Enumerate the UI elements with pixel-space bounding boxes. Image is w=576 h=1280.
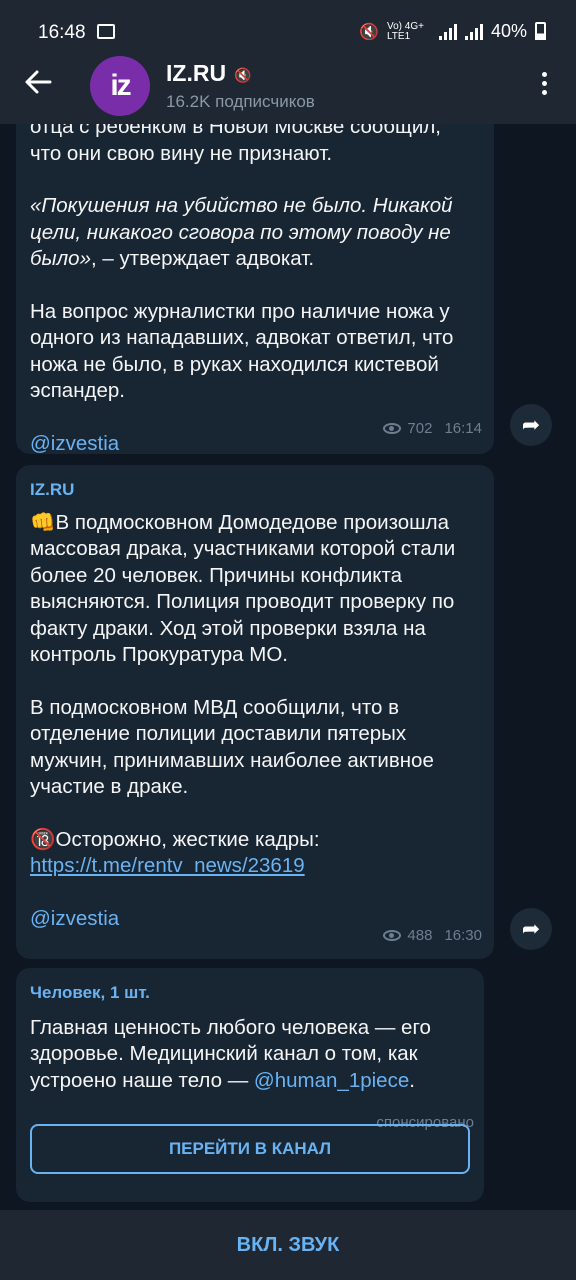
go-to-channel-button[interactable]: ПЕРЕЙТИ В КАНАЛ — [30, 1124, 470, 1174]
network-label: Vo) 4G+ LTE1 — [386, 20, 424, 42]
signature-link[interactable]: @izvestia — [30, 907, 119, 930]
avatar-text: iz — [110, 69, 131, 102]
channel-title[interactable]: IZ.RU — [166, 60, 226, 87]
message-time: 16:30 — [444, 926, 482, 944]
fist-emoji: 👊 — [30, 510, 56, 534]
mute-status-icon: 🔇 — [359, 23, 379, 41]
warning-text: Осторожно, жесткие кадры: — [55, 827, 320, 851]
share-icon[interactable]: ➦ — [510, 908, 552, 950]
message-bubble[interactable]: отца с ребенком в Новой Москве сообщил, … — [16, 124, 494, 455]
sponsored-message[interactable]: Человек, 1 шт. Главная ценность любого ч… — [16, 968, 484, 1202]
unmute-button[interactable]: ВКЛ. ЗВУК — [0, 1210, 576, 1280]
message-paragraph: 👊В подмосковном Домодедове произошла мас… — [30, 510, 480, 669]
warning-line: 🔞Осторожно, жесткие кадры: — [30, 827, 480, 854]
message-text: В подмосковном Домодедове произошла масс… — [30, 510, 456, 667]
signature-link[interactable]: @izvestia — [30, 432, 119, 455]
ad-text: Главная ценность любого человека — его з… — [30, 1015, 470, 1095]
message-time: 16:14 — [444, 419, 482, 437]
quote-rest: , – утверждает адвокат. — [90, 247, 315, 270]
more-menu-icon[interactable] — [542, 72, 548, 99]
views-icon — [383, 930, 402, 942]
ad-text-end: . — [409, 1068, 415, 1092]
share-icon[interactable]: ➦ — [510, 404, 552, 446]
channel-avatar[interactable]: iz — [90, 56, 150, 116]
gallery-notification-icon — [97, 24, 115, 39]
battery-icon — [535, 21, 546, 42]
message-author[interactable]: IZ.RU — [30, 477, 480, 504]
message-line: что они свою вину не признают. — [30, 141, 333, 165]
signal-icon — [438, 23, 457, 41]
message-quote: «Покушения на убийство не было. Никакой … — [30, 193, 480, 273]
message-url-link[interactable]: https://t.me/rentv_news/23619 — [30, 854, 305, 877]
view-count: 488 — [407, 926, 433, 944]
chat-area[interactable]: отца с ребенком в Новой Москве сообщил, … — [0, 124, 576, 1210]
message-meta: 702 16:14 — [383, 416, 482, 443]
ad-title[interactable]: Человек, 1 шт. — [30, 980, 470, 1007]
muted-icon: 🔇 — [234, 67, 252, 83]
view-count: 702 — [407, 419, 433, 437]
message-meta: 488 16:30 — [383, 923, 482, 950]
18-plus-emoji: 🔞 — [30, 827, 56, 851]
message-paragraph: На вопрос журналистки про наличие ножа у… — [30, 299, 454, 403]
message-bubble[interactable]: IZ.RU 👊В подмосковном Домодедове произош… — [16, 465, 494, 959]
ad-mention-link[interactable]: @human_1piece — [254, 1069, 409, 1092]
views-icon — [383, 423, 402, 435]
status-right: 🔇 Vo) 4G+ LTE1 40% — [359, 21, 546, 42]
battery-label: 40% — [490, 21, 527, 41]
back-arrow-icon[interactable] — [24, 68, 52, 96]
signal-icon-2 — [464, 23, 483, 41]
subscriber-count: 16.2K подписчиков — [166, 92, 315, 111]
message-line: отца с ребенком в Новой Москве сообщил, — [30, 124, 442, 138]
url-line: https://t.me/rentv_news/23619 — [30, 853, 480, 880]
message-paragraph: В подмосковном МВД сообщили, что в отдел… — [30, 695, 434, 799]
channel-header: iz IZ.RU 🔇 16.2K подписчиков — [0, 40, 576, 124]
